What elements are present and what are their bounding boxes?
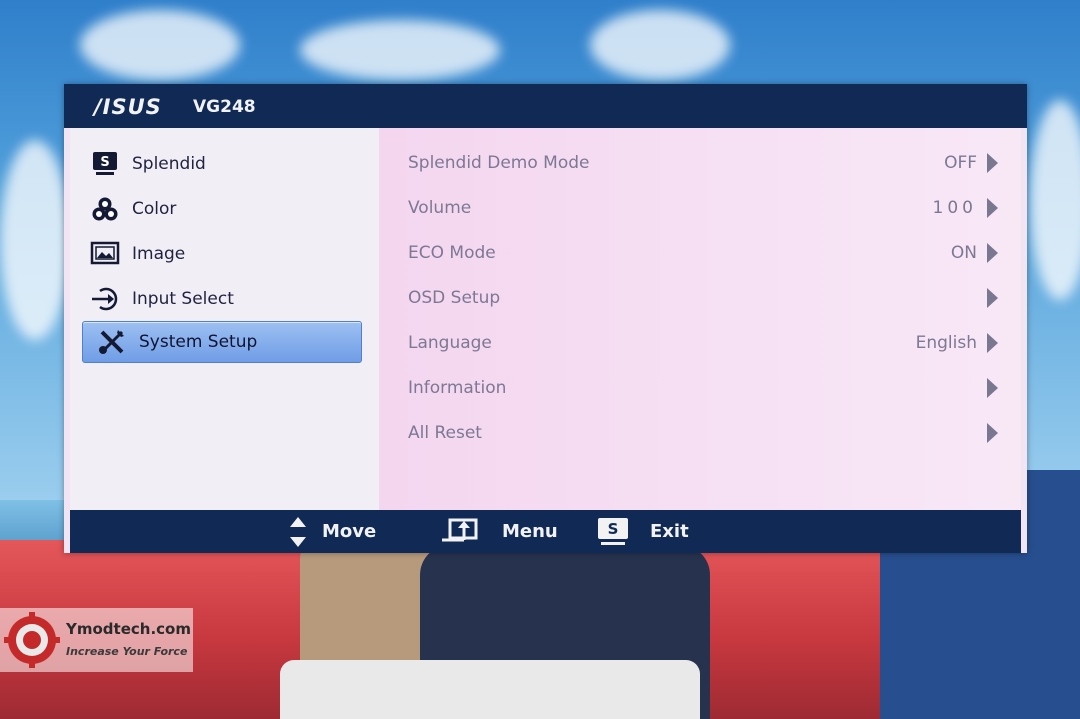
setting-value: 100 [932,198,977,218]
arrow-right-icon [987,333,998,353]
up-down-arrows-icon [288,516,308,548]
splendid-s-icon: S [90,151,120,177]
watermark: Ymodtech.com Increase Your Force [0,608,193,672]
settings-panel [379,128,1021,510]
sidebar-item-label: Splendid [132,154,206,174]
sidebar-item-label: Color [132,199,177,219]
setting-value: English [915,333,977,353]
sidebar-item-system-setup[interactable]: System Setup [82,321,362,363]
arrow-right-icon [987,243,998,263]
setting-label: All Reset [408,423,482,443]
osd-footer: Move Menu S Exit [70,510,1021,553]
watermark-title: Ymodtech.com [66,620,191,638]
ymodtech-gear-logo [4,612,60,668]
setting-row-osd-setup[interactable]: OSD Setup [408,283,998,313]
wrench-screwdriver-icon [97,329,127,355]
arrow-right-icon [987,198,998,218]
osd-header: /ISUS VG248 [64,84,1027,128]
menu-label: Menu [502,521,558,542]
arrow-right-icon [987,378,998,398]
sidebar-item-label: System Setup [139,332,258,352]
arrow-right-icon [987,423,998,443]
sidebar-item-label: Input Select [132,289,234,309]
setting-label: OSD Setup [408,288,501,308]
exit-hint[interactable]: S Exit [596,510,689,553]
input-select-icon [90,286,120,312]
sidebar-item-splendid[interactable]: S Splendid [90,146,350,182]
device [280,660,700,719]
osd-menu: /ISUS VG248 S Splendid Color Image Input… [64,84,1027,553]
setting-row-language[interactable]: Language English [408,328,998,358]
exit-label: Exit [650,521,689,542]
setting-label: ECO Mode [408,243,496,263]
setting-row-all-reset[interactable]: All Reset [408,418,998,448]
enter-icon [440,518,480,546]
setting-row-volume[interactable]: Volume 100 [408,193,998,223]
setting-value: ON [950,243,977,263]
setting-label: Information [408,378,507,398]
image-icon [90,241,120,267]
move-hint[interactable]: Move [288,510,376,553]
arrow-right-icon [987,153,998,173]
cloud [590,10,730,80]
sidebar-item-color[interactable]: Color [90,191,350,227]
svg-text:S: S [100,155,109,170]
setting-value: OFF [944,153,977,173]
splendid-s-icon: S [596,517,630,547]
menu-hint[interactable]: Menu [440,510,558,553]
cloud [0,140,70,340]
sidebar-item-image[interactable]: Image [90,236,350,272]
setting-row-splendid-demo-mode[interactable]: Splendid Demo Mode OFF [408,148,998,178]
category-panel [70,128,379,510]
cloud [80,10,240,80]
watermark-tagline: Increase Your Force [66,645,188,658]
rgb-circles-icon [90,196,120,222]
sidebar-item-label: Image [132,244,186,264]
model-name: VG248 [193,97,256,117]
move-label: Move [322,521,377,542]
setting-label: Language [408,333,492,353]
setting-row-information[interactable]: Information [408,373,998,403]
cloud [300,20,500,80]
sidebar-item-input-select[interactable]: Input Select [90,281,350,317]
setting-label: Splendid Demo Mode [408,153,590,173]
setting-row-eco-mode[interactable]: ECO Mode ON [408,238,998,268]
asus-logo: /ISUS [94,95,162,119]
svg-text:S: S [608,520,619,538]
setting-label: Volume [408,198,472,218]
arrow-right-icon [987,288,998,308]
